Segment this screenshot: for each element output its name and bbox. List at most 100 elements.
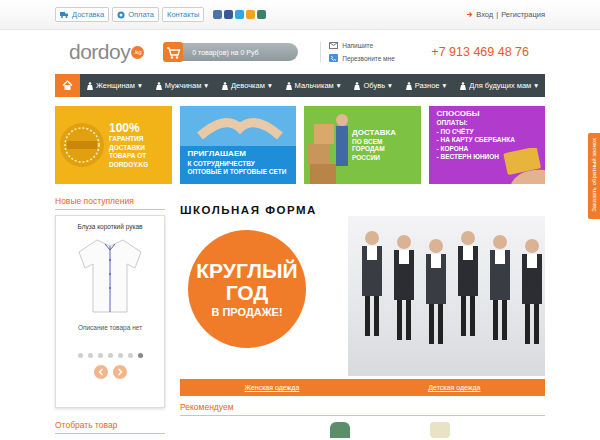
auth-links: Вход|Регистрация [466, 10, 545, 19]
banner-line: ОПЛАТЫ: [437, 119, 515, 126]
logo[interactable]: dordoy.kg [69, 40, 144, 64]
promo-banner[interactable]: ПРИГЛАШАЕМК СОТРУДНИЧЕСТВУОПТОВЫЕ И ТОРГ… [180, 106, 297, 184]
logo-text: dordoy [69, 40, 130, 64]
banner-text: СПОСОБЫОПЛАТЫ: - ПО СЧЁТУ- НА КАРТУ СБЕРБ… [429, 106, 521, 184]
slider-dot[interactable] [118, 353, 123, 358]
phone-number: +7 913 469 48 76 [431, 45, 529, 59]
promo-title: ШКОЛЬНАЯ ФОРМА [180, 204, 317, 216]
nav-items: Женщинам▾Мужчинам▾Девочкам▾Мальчикам▾Обу… [80, 74, 545, 97]
brand-thumb[interactable] [430, 422, 450, 438]
banner-text: 100%ГАРАНТИЯ ДОСТАВКИТОВАРА ОТ DORDOY.KG [103, 106, 154, 184]
nav-label: Мужчинам [165, 81, 202, 90]
nav-label: Обувь [363, 81, 385, 90]
product-card[interactable]: Блуза короткий рукавОписание товара нет [55, 215, 165, 408]
nav-arrow: ▾ [337, 81, 341, 90]
new-arrivals-title: Новые поступления [55, 196, 165, 210]
top-link[interactable]: Контакты [162, 7, 204, 22]
header-inner: dordoy.kg 0 товар(ов) на 0 Руб Напишите Пер… [55, 30, 545, 74]
home-icon [62, 80, 73, 91]
promo-banner[interactable]: СПОСОБЫОПЛАТЫ: - ПО СЧЁТУ- НА КАРТУ СБЕРБ… [429, 106, 546, 184]
top-links: Доставка Оплата Контакты [55, 7, 266, 22]
banner-line: ДОСТАВКИ [109, 144, 145, 151]
slider-dot[interactable] [138, 353, 143, 358]
banner-line: DORDOY.KG [109, 161, 148, 168]
filter-title: Отобрать товар [55, 420, 165, 434]
category-icon [460, 82, 466, 90]
mail-icon [329, 42, 338, 49]
slider-dot[interactable] [88, 353, 93, 358]
top-bar: Доставка Оплата Контакты Вход|Регистрация [0, 0, 600, 30]
main-row: Новые поступления Блуза короткий рукавОпи… [55, 196, 545, 438]
category-icon [87, 82, 93, 90]
category-icon [286, 82, 292, 90]
recommend-section: Рекомендуем [180, 402, 545, 438]
top-bar-inner: Доставка Оплата Контакты Вход|Регистрация [55, 0, 545, 29]
banner-text: ПРИГЛАШАЕМК СОТРУДНИЧЕСТВУОПТОВЫЕ И ТОРГ… [180, 142, 293, 184]
callback-tab[interactable]: Заказать обратный звонок [588, 133, 600, 219]
banner-line: РОССИИ [352, 154, 415, 161]
social-icon[interactable] [224, 10, 233, 19]
register-link[interactable]: Регистрация [501, 10, 545, 19]
banner-title: ПРИГЛАШАЕМ [188, 150, 287, 158]
product-thumb[interactable] [330, 422, 350, 438]
nav-arrow: ▾ [204, 81, 208, 90]
main-wrap: Новые поступления Блуза короткий рукавОпи… [55, 196, 545, 438]
nav-item[interactable]: Разное▾ [406, 81, 447, 90]
social-icon[interactable] [213, 10, 222, 19]
coin-icon [117, 11, 125, 19]
banner-title: СПОСОБЫ [437, 110, 515, 118]
nav-arrow: ▾ [138, 81, 142, 90]
top-link-label: Оплата [128, 10, 154, 19]
promo-banner[interactable]: 100%ГАРАНТИЯ ДОСТАВКИТОВАРА ОТ DORDOY.KG [55, 106, 172, 184]
contact-link[interactable]: Перезвоните мне [329, 54, 395, 62]
promo-badge: КРУГЛЫЙГОДВ ПРОДАЖЕ! [188, 230, 306, 348]
category-link[interactable]: Женская одежда [245, 384, 300, 391]
cart-button[interactable]: 0 товар(ов) на 0 Руб [166, 43, 298, 61]
login-icon [466, 11, 473, 18]
nav-item[interactable]: Девочкам▾ [222, 81, 272, 90]
login-link[interactable]: Вход [476, 10, 493, 19]
top-link[interactable]: Оплата [112, 7, 159, 22]
header: dordoy.kg 0 товар(ов) на 0 Руб Напишите Пер… [0, 30, 600, 74]
promo-banner[interactable]: ДОСТАВКАПО ВСЕМ ГОРОДАМРОССИИ [304, 106, 421, 184]
slider-dot[interactable] [98, 353, 103, 358]
nav-arrow: ▾ [534, 81, 538, 90]
main-nav: Женщинам▾Мужчинам▾Девочкам▾Мальчикам▾Обу… [55, 74, 545, 97]
prev-icon[interactable] [94, 365, 108, 379]
category-icon [406, 82, 412, 90]
contact-link[interactable]: Напишите [329, 42, 395, 49]
nav-item[interactable]: Женщинам▾ [87, 81, 142, 90]
nav-item[interactable]: Мальчикам▾ [286, 81, 341, 90]
separator: | [496, 10, 498, 19]
social-icon[interactable] [235, 10, 244, 19]
nav-item[interactable]: Для будущих мам▾ [460, 81, 538, 90]
promo-left: ШКОЛЬНАЯ ФОРМА КРУГЛЫЙГОДВ ПРОДАЖЕ! [180, 196, 320, 376]
cart-icon [162, 41, 184, 63]
social-icon[interactable] [257, 10, 266, 19]
banner-line: - ПО СЧЁТУ [437, 128, 515, 135]
banner-line: ГАРАНТИЯ [109, 135, 143, 142]
banner-title: 100% [109, 122, 140, 135]
next-icon[interactable] [113, 365, 127, 379]
top-link[interactable]: Доставка [55, 7, 109, 22]
banner-line: ТОВАРА ОТ [109, 152, 146, 159]
nav-item[interactable]: Мужчинам▾ [156, 81, 208, 90]
banner-title: ДОСТАВКА [352, 129, 415, 137]
blouse-icon [75, 236, 145, 316]
slider-arrows [94, 365, 127, 379]
slider-dot[interactable] [108, 353, 113, 358]
social-icon[interactable] [246, 10, 255, 19]
nav-item[interactable]: Обувь▾ [354, 81, 391, 90]
home-tab[interactable] [55, 74, 80, 97]
category-link[interactable]: Детская одежда [428, 384, 480, 391]
top-link-label: Доставка [72, 10, 104, 19]
banner-line: - НА КАРТУ СБЕРБАНКА [437, 136, 515, 143]
banners-wrap: 100%ГАРАНТИЯ ДОСТАВКИТОВАРА ОТ DORDOY.KG ПР… [55, 106, 545, 184]
slider-dot[interactable] [128, 353, 133, 358]
banner-line: - ВЕСТЕРН ЮНИОН [437, 153, 515, 160]
school-uniform-banner[interactable]: ШКОЛЬНАЯ ФОРМА КРУГЛЫЙГОДВ ПРОДАЖЕ! [180, 196, 545, 376]
slider-dot[interactable] [78, 353, 83, 358]
banner-line: ОПТОВЫЕ И ТОРГОВЫЕ СЕТИ [188, 168, 287, 175]
product-description: Описание товара нет [78, 324, 142, 331]
banner-text: ДОСТАВКАПО ВСЕМ ГОРОДАМРОССИИ [346, 106, 421, 184]
